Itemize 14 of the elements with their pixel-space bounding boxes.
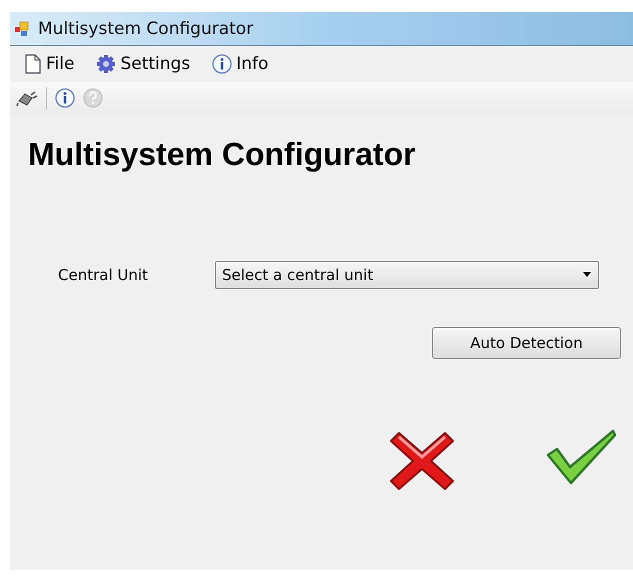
window-title: Multisystem Configurator [38,18,254,38]
menu-item[interactable]: Settings [92,52,194,76]
field-label: Central Unit [57,266,149,284]
info-icon [212,54,232,74]
document-icon [24,54,42,74]
menu-item[interactable]: File [20,52,78,76]
central-unit-dropdown[interactable]: Select a central unit [215,261,599,289]
gear-icon [96,54,116,74]
app-icon [14,20,30,36]
heading: Multisystem Configurator [28,136,417,173]
auto-detection-button[interactable]: Auto Detection [432,327,621,359]
menu-item[interactable]: Info [208,52,272,76]
caret-icon [582,272,592,278]
info-button[interactable] [53,86,77,110]
